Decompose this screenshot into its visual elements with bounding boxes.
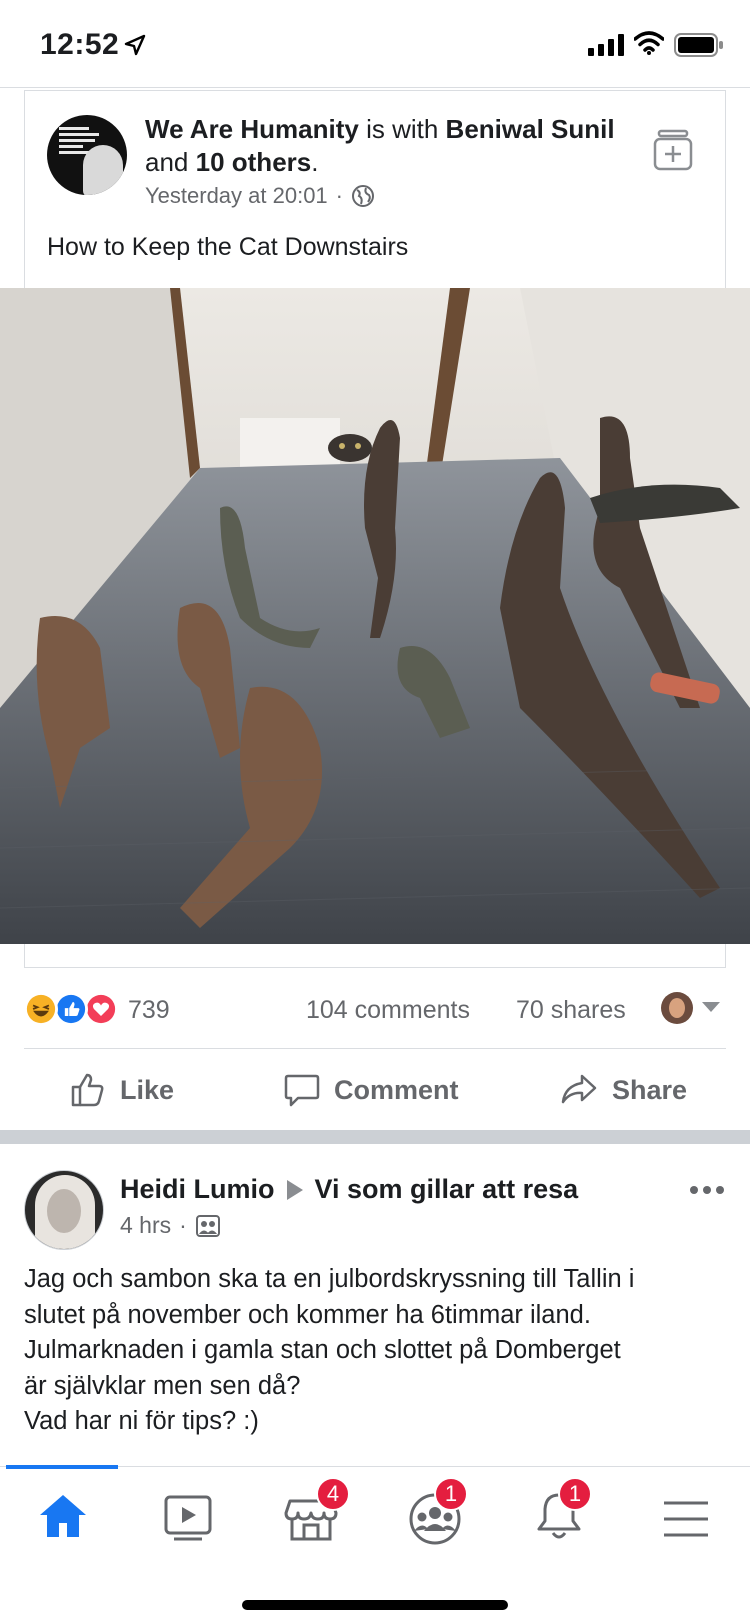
post2-meta: 4 hrs ·	[120, 1212, 221, 1239]
with-text: is with	[366, 114, 439, 144]
author-name-link[interactable]: Heidi Lumio	[120, 1174, 275, 1205]
post-photo[interactable]	[0, 288, 750, 944]
share-icon	[561, 1074, 597, 1104]
share-label: Share	[612, 1074, 688, 1105]
haha-reaction-icon	[24, 992, 58, 1026]
globe-icon	[352, 185, 374, 207]
post2-separator: ·	[179, 1212, 187, 1238]
save-post-icon[interactable]	[653, 129, 693, 171]
signal-icon	[588, 34, 624, 56]
reactions-summary[interactable]: 739 104 comments 70 shares	[24, 990, 726, 1030]
post2-line: slutet på november och kommer ha 6timmar…	[24, 1300, 591, 1329]
home-indicator[interactable]	[242, 1600, 508, 1610]
groups-badge: 1	[434, 1477, 468, 1511]
tab-marketplace[interactable]: 4	[276, 1477, 350, 1551]
status-bar: 12:52	[0, 0, 750, 88]
home-icon	[40, 1495, 86, 1537]
photo-card-bottom	[24, 944, 726, 968]
divider	[24, 1048, 726, 1049]
page-avatar[interactable]	[47, 115, 127, 195]
comment-button[interactable]: Comment	[284, 1068, 459, 1112]
marketplace-badge: 4	[316, 1477, 350, 1511]
tab-groups[interactable]: 1	[400, 1477, 470, 1551]
like-reaction-icon	[54, 992, 88, 1026]
status-time: 12:52	[40, 28, 120, 61]
feed-separator	[0, 1130, 750, 1144]
react-as-avatar[interactable]	[661, 992, 693, 1024]
and-text: and	[145, 147, 189, 177]
menu-icon	[664, 1501, 708, 1537]
arrow-right-icon	[286, 1179, 303, 1200]
comment-icon	[284, 1074, 320, 1107]
group-name-link[interactable]: Vi som gillar att resa	[315, 1174, 579, 1205]
tab-notifications[interactable]: 1	[524, 1477, 594, 1551]
post2-line: Jag och sambon ska ta en julbordskryssni…	[24, 1265, 635, 1293]
tab-watch[interactable]	[152, 1481, 222, 1551]
tab-menu[interactable]	[650, 1481, 720, 1551]
post2-line: Julmarknaden i gamla stan och slottet på…	[24, 1336, 621, 1364]
tab-home[interactable]	[28, 1481, 98, 1551]
reaction-icons[interactable]	[24, 992, 124, 1028]
page-name-link[interactable]: We Are Humanity	[145, 114, 359, 144]
location-arrow-icon	[124, 34, 146, 56]
post-text: How to Keep the Cat Downstairs	[47, 233, 409, 261]
love-reaction-icon	[84, 992, 118, 1026]
post-timestamp[interactable]: Yesterday at 20:01	[145, 183, 328, 209]
comment-label: Comment	[334, 1074, 459, 1105]
post-card: We Are Humanity is with Beniwal Sunil an…	[24, 90, 726, 288]
post2-line: Vad har ni för tips? :)	[24, 1407, 259, 1435]
meta-separator: ·	[335, 183, 343, 208]
watch-icon	[164, 1495, 212, 1541]
like-label: Like	[120, 1074, 175, 1105]
post-meta: Yesterday at 20:01 ·	[145, 183, 375, 209]
share-button[interactable]: Share	[560, 1068, 687, 1112]
author-avatar[interactable]	[24, 1170, 104, 1250]
post2-line: är självklar men sen då?	[24, 1371, 301, 1400]
post2-header: Heidi Lumio Vi som gillar att resa	[120, 1174, 578, 1205]
post2-time[interactable]: 4 hrs	[120, 1212, 171, 1239]
others-link[interactable]: 10 others	[196, 147, 312, 177]
active-tab-indicator	[6, 1465, 118, 1469]
like-button[interactable]: Like	[70, 1068, 174, 1112]
post2-text: Jag och sambon ska ta en julbordskryssni…	[24, 1262, 724, 1440]
title-period: .	[311, 147, 319, 177]
post-header-text: We Are Humanity is with Beniwal Sunil an…	[145, 113, 615, 179]
shares-count[interactable]: 70 shares	[516, 996, 626, 1025]
tagged-name-link[interactable]: Beniwal Sunil	[446, 114, 615, 144]
wifi-icon	[634, 31, 664, 55]
post-actions: Like Comment Share	[0, 1050, 750, 1130]
dinosaurs-on-stairs-image	[0, 288, 750, 944]
reaction-count[interactable]: 739	[128, 996, 170, 1025]
notifications-badge: 1	[558, 1477, 592, 1511]
more-options-icon[interactable]	[690, 1186, 724, 1194]
chevron-down-icon[interactable]	[702, 1002, 720, 1012]
comments-count[interactable]: 104 comments	[306, 996, 470, 1025]
battery-icon	[674, 33, 723, 57]
group-icon	[195, 1214, 220, 1237]
thumbs-up-icon	[71, 1073, 104, 1107]
